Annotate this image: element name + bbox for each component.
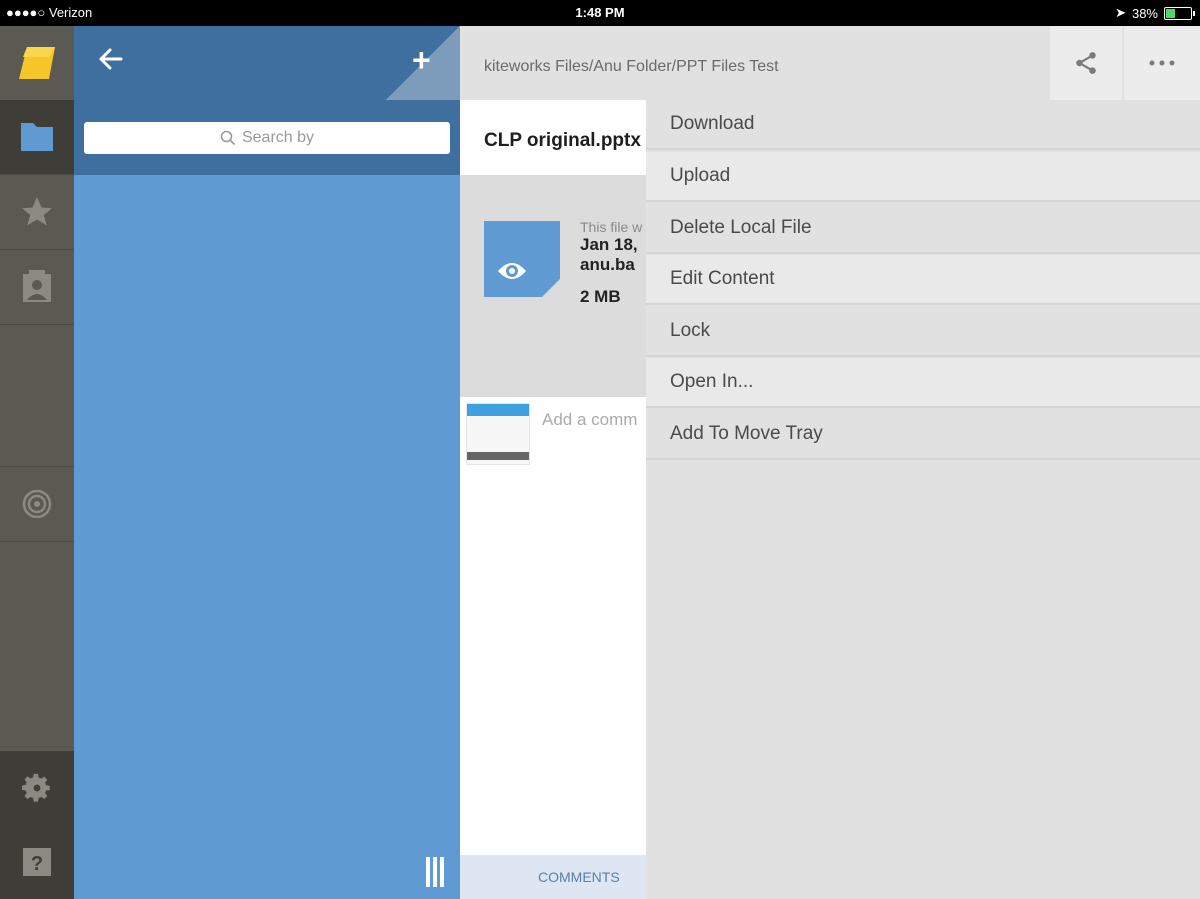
files-panel-header: + Search by	[74, 26, 460, 175]
rail-item-contacts[interactable]	[0, 250, 74, 324]
search-placeholder: Search by	[241, 129, 315, 146]
files-panel: + Search by	[74, 26, 460, 899]
logo-icon[interactable]	[0, 26, 74, 100]
back-button[interactable]	[98, 48, 124, 75]
svg-text:?: ?	[31, 853, 43, 875]
search-icon	[220, 130, 236, 146]
search-input[interactable]: Search by	[84, 122, 450, 154]
menu-item-delete-local-file[interactable]: Delete Local File	[646, 204, 1200, 254]
status-bar: ●●●●○ Verizon 1:48 PM ➤ 38%	[0, 0, 1200, 26]
star-icon	[22, 197, 52, 226]
more-button[interactable]	[1124, 26, 1200, 100]
folder-icon	[21, 123, 53, 151]
file-date: Jan 18,	[580, 235, 638, 254]
status-right: ➤ 38%	[1115, 5, 1195, 21]
location-icon: ➤	[1115, 5, 1126, 20]
resize-handle-icon[interactable]	[426, 857, 450, 887]
arrow-left-icon	[99, 48, 123, 70]
detail-topbar: kiteworks Files/Anu Folder/PPT Files Tes…	[460, 26, 1200, 100]
file-preview-button[interactable]	[484, 221, 560, 297]
share-button[interactable]	[1050, 26, 1122, 100]
battery-icon	[1164, 6, 1195, 20]
contact-icon	[23, 270, 51, 302]
rail-item-activity[interactable]	[0, 467, 74, 541]
actions-menu: Download Upload Delete Local File Edit C…	[646, 100, 1200, 899]
rail-item-favorites[interactable]	[0, 175, 74, 249]
slide-thumbnail[interactable]	[466, 403, 530, 465]
plus-icon: +	[412, 42, 431, 78]
comment-input[interactable]: Add a comm	[542, 410, 637, 430]
gear-icon	[21, 773, 50, 802]
menu-item-upload[interactable]: Upload	[646, 152, 1200, 202]
file-info-note: This file w	[580, 219, 643, 235]
menu-item-add-to-move-tray[interactable]: Add To Move Tray	[646, 410, 1200, 460]
file-info: This file w Jan 18, anu.ba 2 MB	[580, 219, 642, 307]
battery-label: 38%	[1131, 5, 1158, 21]
share-icon	[1076, 52, 1096, 74]
tab-comments[interactable]: COMMENTS	[538, 869, 620, 885]
menu-item-download[interactable]: Download	[646, 100, 1200, 150]
rail-item-files[interactable]	[0, 100, 74, 174]
rail-item-help[interactable]: ?	[0, 825, 74, 899]
menu-item-lock[interactable]: Lock	[646, 307, 1200, 357]
file-owner: anu.ba	[580, 255, 635, 274]
file-size: 2 MB	[580, 287, 621, 306]
ellipsis-icon	[1149, 60, 1175, 66]
menu-item-open-in[interactable]: Open In...	[646, 358, 1200, 408]
add-button[interactable]: +	[412, 44, 431, 76]
rail-item-settings[interactable]	[0, 751, 74, 825]
clock: 1:48 PM	[575, 5, 625, 20]
target-icon	[22, 489, 52, 519]
menu-item-edit-content[interactable]: Edit Content	[646, 255, 1200, 305]
breadcrumb: kiteworks Files/Anu Folder/PPT Files Tes…	[484, 58, 779, 75]
nav-rail: ?	[0, 26, 74, 899]
file-title: CLP original.pptx	[484, 130, 641, 151]
help-icon: ?	[23, 848, 51, 876]
